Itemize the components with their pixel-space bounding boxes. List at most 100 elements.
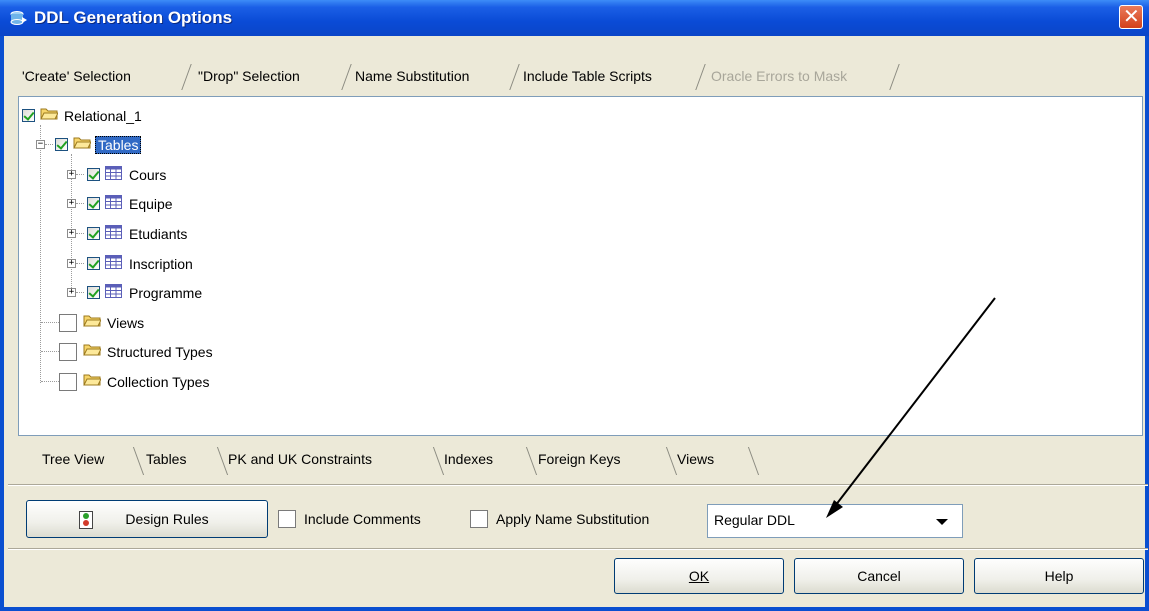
tree-label: Programme: [129, 285, 203, 301]
folder-open-icon: [83, 315, 101, 327]
tree-node-structured-types[interactable]: Structured Types: [19, 341, 319, 363]
table-icon: [105, 284, 122, 298]
tree-node-table[interactable]: + Inscription: [19, 253, 319, 275]
tree-node-views[interactable]: Views: [19, 312, 319, 334]
tab-separator: [181, 64, 192, 90]
ddl-options-dialog: DDL Generation Options ✕ 'Create' Select…: [0, 0, 1149, 611]
folder-open-icon: [83, 344, 101, 356]
tab-tables[interactable]: Tables: [146, 451, 186, 467]
expand-icon[interactable]: +: [67, 288, 76, 297]
folder-open-icon: [73, 137, 91, 149]
tab-separator: [889, 64, 900, 90]
cancel-button[interactable]: Cancel: [794, 558, 964, 594]
tab-separator: [216, 447, 229, 475]
tab-oracle-errors-to-mask: Oracle Errors to Mask: [711, 68, 848, 84]
apply-name-substitution-checkbox[interactable]: [470, 510, 488, 528]
include-comments-checkbox[interactable]: [278, 510, 296, 528]
tab-separator: [525, 447, 538, 475]
table-checkbox[interactable]: [87, 227, 100, 240]
cancel-label: Cancel: [857, 568, 901, 584]
separator: [8, 485, 1148, 486]
tab-separator: [432, 447, 445, 475]
table-checkbox[interactable]: [87, 286, 100, 299]
root-checkbox[interactable]: [22, 109, 35, 122]
tab-separator: [509, 64, 520, 90]
tab-foreign-keys[interactable]: Foreign Keys: [538, 451, 620, 467]
design-rules-label: Design Rules: [125, 511, 209, 527]
tree-label: Relational_1: [64, 108, 142, 124]
tab-separator: [665, 447, 678, 475]
design-rules-icon: [79, 511, 93, 529]
tree-connector: [45, 144, 53, 145]
expand-icon[interactable]: +: [67, 199, 76, 208]
close-icon: ✕: [1123, 4, 1140, 28]
structured-types-checkbox[interactable]: [59, 343, 77, 361]
expand-icon[interactable]: +: [67, 229, 76, 238]
tree-node-table[interactable]: + Programme: [19, 282, 319, 304]
tab-separator: [341, 64, 352, 90]
tree-connector: [76, 263, 84, 264]
close-button[interactable]: ✕: [1119, 4, 1143, 29]
apply-name-substitution-label[interactable]: Apply Name Substitution: [496, 511, 649, 527]
table-checkbox[interactable]: [87, 197, 100, 210]
tree-label: Equipe: [129, 196, 173, 212]
title-bar[interactable]: DDL Generation Options ✕: [0, 0, 1149, 36]
folder-open-icon: [83, 374, 101, 386]
tab-separator: [132, 447, 145, 475]
tree-connector: [76, 174, 84, 175]
expand-icon[interactable]: +: [67, 259, 76, 268]
selection-tree[interactable]: Relational_1 − Tables + Cours + Equipe +: [18, 96, 1143, 436]
tab-include-table-scripts[interactable]: Include Table Scripts: [523, 68, 652, 84]
views-checkbox[interactable]: [59, 314, 77, 332]
collapse-icon[interactable]: −: [36, 140, 45, 149]
tables-checkbox[interactable]: [55, 138, 68, 151]
tree-connector: [76, 233, 84, 234]
tree-connector: [41, 351, 59, 352]
database-icon: [10, 11, 27, 25]
tree-node-table[interactable]: + Cours: [19, 164, 319, 186]
tree-node-collection-types[interactable]: Collection Types: [19, 371, 319, 393]
tab-views[interactable]: Views: [677, 451, 714, 467]
tree-node-root[interactable]: Relational_1: [19, 105, 319, 127]
tab-tree-view[interactable]: Tree View: [42, 451, 104, 467]
tab-name-substitution[interactable]: Name Substitution: [355, 68, 469, 84]
ddl-type-dropdown[interactable]: Regular DDL: [707, 504, 963, 538]
tree-connector: [76, 203, 84, 204]
include-comments-label[interactable]: Include Comments: [304, 511, 421, 527]
tab-drop-selection[interactable]: "Drop" Selection: [198, 68, 300, 84]
table-icon: [105, 255, 122, 269]
tree-label: Structured Types: [107, 344, 213, 360]
tab-separator: [747, 447, 760, 475]
separator: [8, 549, 1148, 550]
tab-indexes[interactable]: Indexes: [444, 451, 493, 467]
tree-connector: [76, 292, 84, 293]
table-icon: [105, 195, 122, 209]
help-label: Help: [1044, 568, 1074, 584]
tree-node-table[interactable]: + Equipe: [19, 193, 319, 215]
ok-button[interactable]: OK: [614, 558, 784, 594]
ok-label: OK: [688, 568, 710, 584]
tab-separator: [695, 64, 706, 90]
table-icon: [105, 166, 122, 180]
tab-create-selection[interactable]: 'Create' Selection: [22, 68, 131, 84]
tree-node-tables[interactable]: − Tables: [19, 134, 319, 156]
design-rules-button[interactable]: Design Rules: [26, 500, 268, 538]
table-icon: [105, 225, 122, 239]
table-checkbox[interactable]: [87, 168, 100, 181]
collection-types-checkbox[interactable]: [59, 373, 77, 391]
expand-icon[interactable]: +: [67, 170, 76, 179]
dialog-title: DDL Generation Options: [34, 8, 233, 27]
tab-pk-uk-constraints[interactable]: PK and UK Constraints: [228, 451, 372, 467]
tree-label: Inscription: [129, 256, 193, 272]
ddl-type-value: Regular DDL: [714, 512, 795, 528]
help-button[interactable]: Help: [974, 558, 1144, 594]
tree-label-selected: Tables: [95, 136, 142, 154]
tree-label: Collection Types: [107, 374, 210, 390]
tree-node-table[interactable]: + Etudiants: [19, 223, 319, 245]
tree-label: Etudiants: [129, 226, 188, 242]
table-checkbox[interactable]: [87, 257, 100, 270]
chevron-down-icon[interactable]: [936, 519, 948, 525]
tree-label: Views: [107, 315, 145, 331]
tree-connector: [41, 381, 59, 382]
tree-connector: [41, 322, 59, 323]
